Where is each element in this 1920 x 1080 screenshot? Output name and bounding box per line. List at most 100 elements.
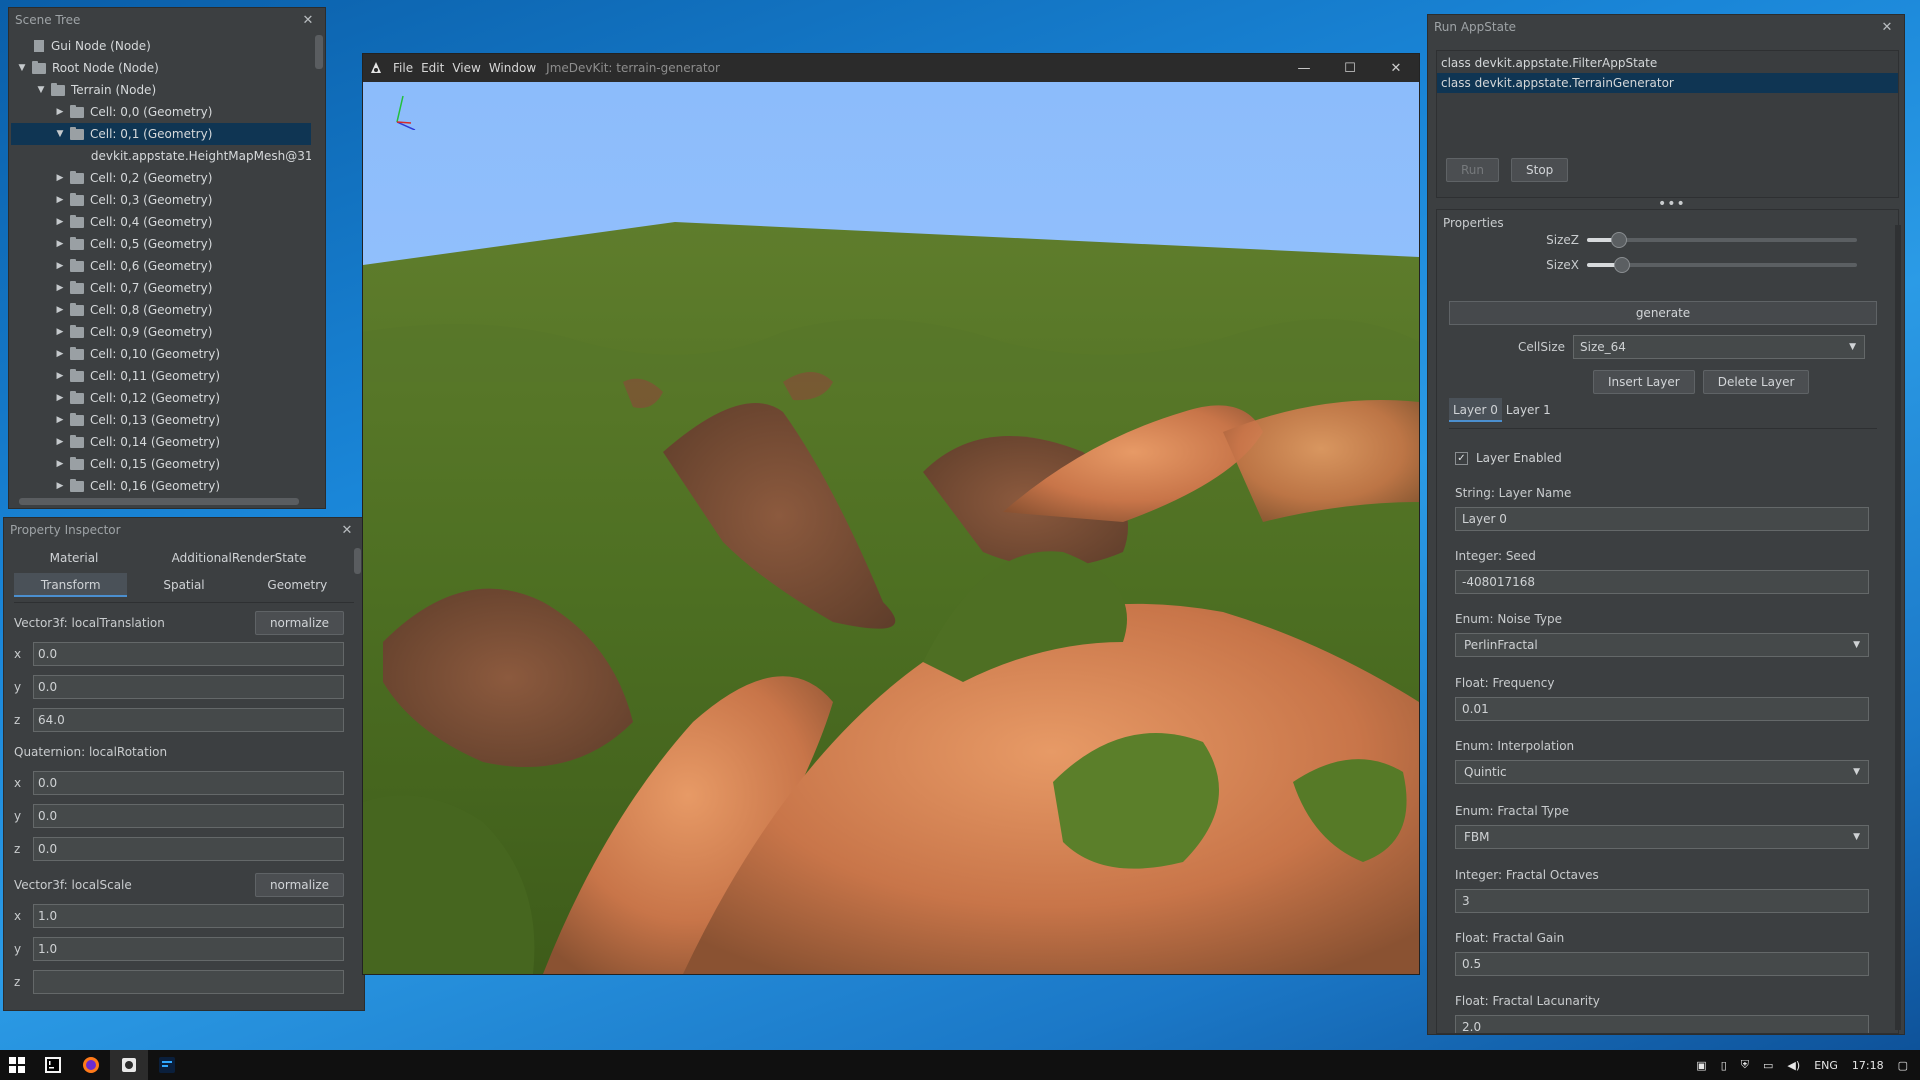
scale-x-input[interactable]: 1.0 bbox=[33, 903, 344, 928]
tree-node[interactable]: ▼ Cell: 0,1 (Geometry) bbox=[11, 123, 311, 145]
network-icon[interactable]: ▭ bbox=[1763, 1059, 1773, 1072]
frequency-input[interactable]: 0.01 bbox=[1455, 697, 1869, 721]
menu-view[interactable]: View bbox=[452, 61, 480, 75]
chevron-right-icon[interactable]: ▶ bbox=[53, 437, 67, 447]
scale-y-input[interactable]: 1.0 bbox=[33, 936, 344, 961]
tree-node[interactable]: ▶ Cell: 0,10 (Geometry) bbox=[11, 343, 311, 365]
chevron-right-icon[interactable]: ▶ bbox=[53, 107, 67, 117]
fractal-octaves-input[interactable]: 3 bbox=[1455, 889, 1869, 913]
chevron-right-icon[interactable]: ▶ bbox=[53, 239, 67, 249]
fractal-lacunarity-input[interactable]: 2.0 bbox=[1455, 1015, 1869, 1033]
chevron-right-icon[interactable]: ▶ bbox=[53, 327, 67, 337]
tree-node[interactable]: ▶ Cell: 0,11 (Geometry) bbox=[11, 365, 311, 387]
tree-node[interactable]: ▶ Cell: 0,12 (Geometry) bbox=[11, 387, 311, 409]
tree-node[interactable]: ▶ Cell: 0,8 (Geometry) bbox=[11, 299, 311, 321]
chevron-right-icon[interactable]: ▶ bbox=[53, 415, 67, 425]
firefox-icon[interactable] bbox=[72, 1050, 110, 1080]
chevron-right-icon[interactable]: ▶ bbox=[53, 305, 67, 315]
close-icon[interactable]: ✕ bbox=[1878, 18, 1896, 36]
interpolation-select[interactable]: Quintic ▼ bbox=[1455, 760, 1869, 784]
size-z-slider-knob[interactable] bbox=[1611, 232, 1628, 248]
chevron-right-icon[interactable]: ▶ bbox=[53, 371, 67, 381]
menu-edit[interactable]: Edit bbox=[421, 61, 444, 75]
chevron-right-icon[interactable]: ▶ bbox=[53, 481, 67, 491]
close-icon[interactable]: ✕ bbox=[1373, 61, 1419, 76]
generate-button[interactable]: generate bbox=[1449, 301, 1877, 325]
chevron-right-icon[interactable]: ▶ bbox=[53, 195, 67, 205]
list-item[interactable]: class devkit.appstate.FilterAppState bbox=[1437, 53, 1898, 73]
run-button[interactable]: Run bbox=[1446, 158, 1500, 182]
tree-node[interactable]: ▶ Cell: 0,3 (Geometry) bbox=[11, 189, 311, 211]
notification-app-icon[interactable]: ▣ bbox=[1696, 1059, 1706, 1072]
fractal-gain-input[interactable]: 0.5 bbox=[1455, 952, 1869, 976]
chevron-right-icon[interactable]: ▶ bbox=[53, 349, 67, 359]
tree-node[interactable]: ▶ Cell: 0,14 (Geometry) bbox=[11, 431, 311, 453]
size-x-slider-knob[interactable] bbox=[1614, 257, 1631, 273]
properties-scrollbar[interactable] bbox=[1895, 225, 1901, 1030]
layer-enabled-checkbox[interactable]: ✓ bbox=[1455, 451, 1468, 465]
tree-node[interactable]: ▶ Cell: 0,7 (Geometry) bbox=[11, 277, 311, 299]
usb-icon[interactable]: ▯ bbox=[1721, 1059, 1727, 1072]
cellsize-select[interactable]: Size_64 ▼ bbox=[1573, 335, 1865, 359]
property-inspector-scrollbar[interactable] bbox=[354, 548, 361, 574]
chevron-down-icon[interactable]: ▼ bbox=[15, 63, 29, 73]
menu-window[interactable]: Window bbox=[489, 61, 536, 75]
clock[interactable]: 17:18 bbox=[1852, 1059, 1884, 1072]
photoshop-icon[interactable] bbox=[148, 1050, 186, 1080]
tab-additional-render-state[interactable]: AdditionalRenderState bbox=[134, 546, 344, 570]
tree-node[interactable]: ▶devkit.appstate.HeightMapMesh@31b6 bbox=[11, 145, 311, 167]
minimize-icon[interactable]: — bbox=[1281, 61, 1327, 76]
tab-spatial[interactable]: Spatial bbox=[127, 573, 240, 597]
normalize-scale-button[interactable]: normalize bbox=[254, 873, 344, 897]
tab-layer-1[interactable]: Layer 1 bbox=[1502, 398, 1555, 422]
tree-node[interactable]: ▶ Cell: 0,13 (Geometry) bbox=[11, 409, 311, 431]
tree-node[interactable]: ▶ Cell: 0,5 (Geometry) bbox=[11, 233, 311, 255]
rotation-y-input[interactable]: 0.0 bbox=[33, 803, 344, 828]
layer-name-input[interactable]: Layer 0 bbox=[1455, 507, 1869, 531]
notifications-icon[interactable]: ▢ bbox=[1898, 1059, 1908, 1072]
tree-node[interactable]: ▼ Root Node (Node) bbox=[11, 57, 311, 79]
chevron-right-icon[interactable]: ▶ bbox=[53, 283, 67, 293]
tree-node[interactable]: ▼ Terrain (Node) bbox=[11, 79, 311, 101]
rotation-x-input[interactable]: 0.0 bbox=[33, 770, 344, 795]
tree-node[interactable]: ▶ Cell: 0,2 (Geometry) bbox=[11, 167, 311, 189]
translation-z-input[interactable]: 64.0 bbox=[33, 707, 344, 732]
tree-node[interactable]: ▶ Cell: 0,4 (Geometry) bbox=[11, 211, 311, 233]
size-z-slider[interactable] bbox=[1587, 232, 1857, 248]
tree-node[interactable]: ▶Gui Node (Node) bbox=[11, 35, 311, 57]
tab-geometry[interactable]: Geometry bbox=[241, 573, 354, 597]
scale-z-input[interactable] bbox=[33, 969, 344, 994]
windows-start-icon[interactable] bbox=[0, 1050, 34, 1080]
normalize-translation-button[interactable]: normalize bbox=[254, 611, 344, 635]
volume-icon[interactable]: ◀) bbox=[1787, 1059, 1800, 1072]
close-icon[interactable]: ✕ bbox=[338, 521, 356, 539]
close-icon[interactable]: ✕ bbox=[299, 11, 317, 29]
language-indicator[interactable]: ENG bbox=[1814, 1059, 1838, 1072]
tree-node[interactable]: ▶ Cell: 0,6 (Geometry) bbox=[11, 255, 311, 277]
size-x-slider[interactable] bbox=[1587, 257, 1857, 273]
tree-node[interactable]: ▶ Cell: 0,9 (Geometry) bbox=[11, 321, 311, 343]
security-icon[interactable]: ⛨ bbox=[1741, 1058, 1749, 1072]
tab-transform[interactable]: Transform bbox=[14, 572, 128, 597]
tree-node[interactable]: ▶ Cell: 0,16 (Geometry) bbox=[11, 475, 311, 494]
noise-type-select[interactable]: PerlinFractal ▼ bbox=[1455, 633, 1869, 657]
chevron-right-icon[interactable]: ▶ bbox=[53, 173, 67, 183]
fractal-type-select[interactable]: FBM ▼ bbox=[1455, 825, 1869, 849]
list-item[interactable]: class devkit.appstate.TerrainGenerator bbox=[1437, 73, 1898, 93]
insert-layer-button[interactable]: Insert Layer bbox=[1593, 370, 1695, 394]
maximize-icon[interactable]: ☐ bbox=[1327, 61, 1373, 76]
chevron-down-icon[interactable]: ▼ bbox=[34, 85, 48, 95]
tree-node[interactable]: ▶ Cell: 0,0 (Geometry) bbox=[11, 101, 311, 123]
seed-input[interactable]: -408017168 bbox=[1455, 570, 1869, 594]
jmonkey-icon[interactable] bbox=[110, 1050, 148, 1080]
chevron-right-icon[interactable]: ▶ bbox=[53, 393, 67, 403]
translation-x-input[interactable]: 0.0 bbox=[33, 641, 344, 666]
terrain-3d-viewport[interactable] bbox=[363, 82, 1419, 974]
rotation-z-input[interactable]: 0.0 bbox=[33, 836, 344, 861]
scene-tree-horizontal-scrollbar[interactable] bbox=[19, 498, 299, 505]
chevron-right-icon[interactable]: ▶ bbox=[53, 217, 67, 227]
menu-file[interactable]: File bbox=[393, 61, 413, 75]
delete-layer-button[interactable]: Delete Layer bbox=[1702, 370, 1810, 394]
scene-tree-vertical-scrollbar[interactable] bbox=[315, 35, 323, 69]
translation-y-input[interactable]: 0.0 bbox=[33, 674, 344, 699]
